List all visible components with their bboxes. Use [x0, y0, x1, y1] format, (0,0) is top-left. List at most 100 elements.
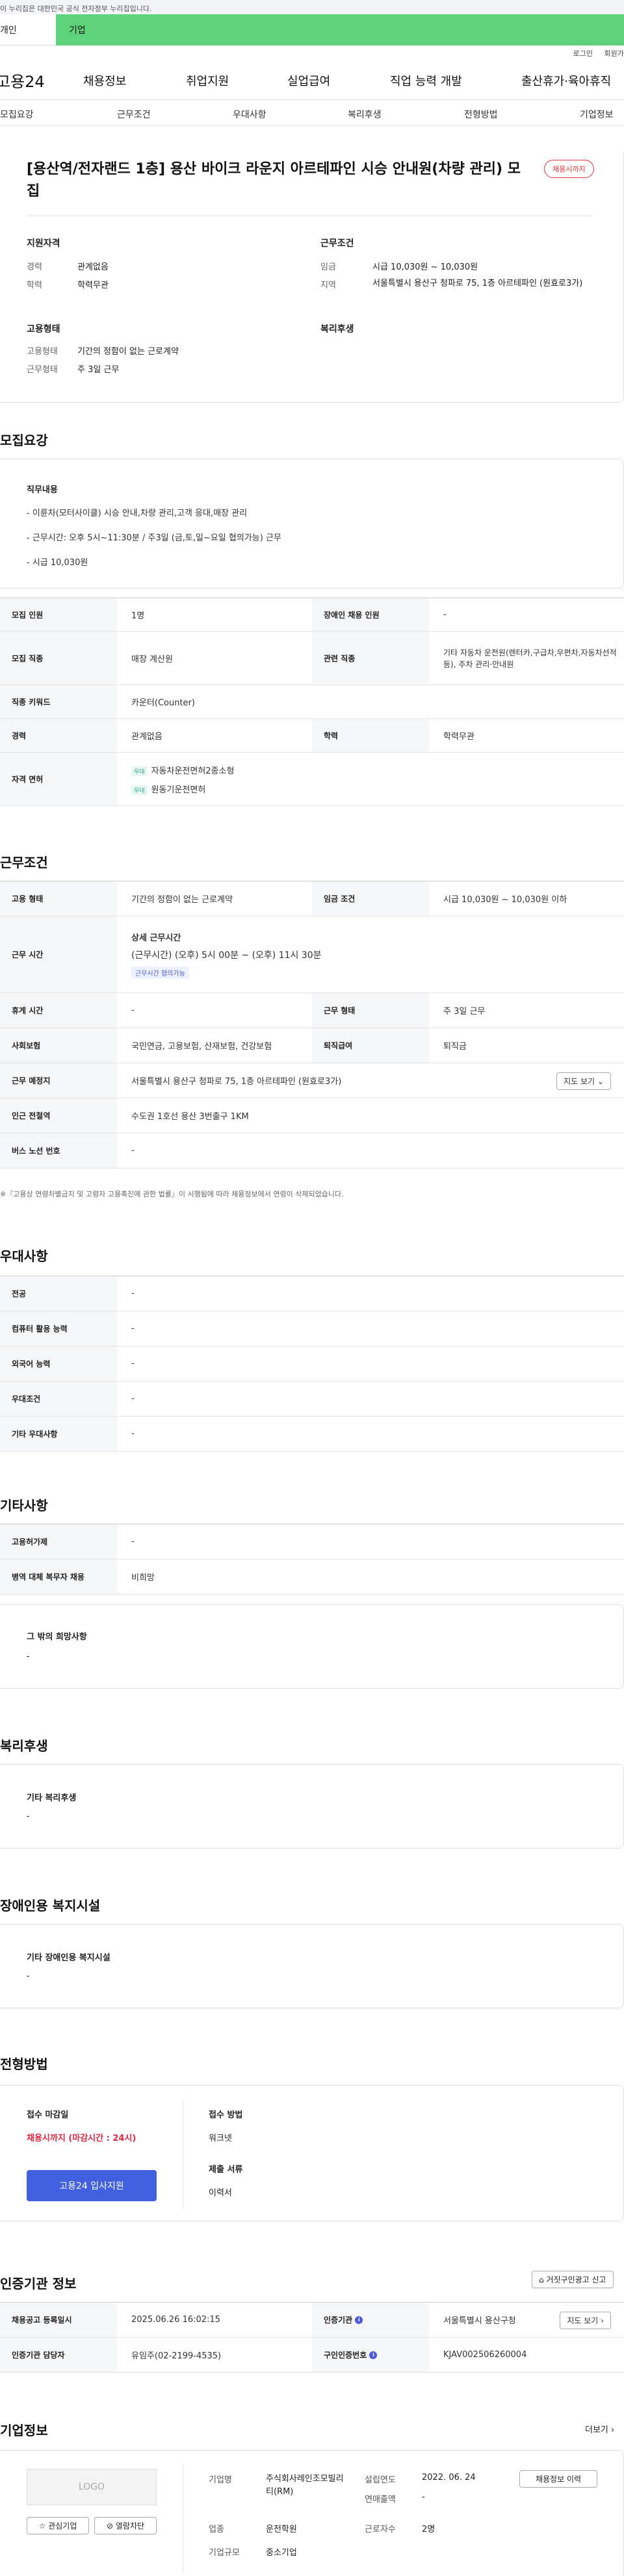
age-notice: ※『고용상 연령차별금지 및 고령자 고용촉진에 관한 법률』이 시행됨에 따라…	[0, 1190, 344, 1198]
recruit-table: 모집 인원 1명 장애인 채용 인원 - 모집 직종 매장 계산원 관련 직종 …	[0, 598, 624, 806]
size-value: 중소기업	[266, 2548, 297, 2558]
anchor-recruit[interactable]: 모집요강	[0, 108, 34, 121]
num-label-text: 구인인증번호	[324, 2351, 367, 2360]
keyword-label: 직종 키워드	[0, 685, 117, 718]
preference-value: -	[131, 1394, 135, 1404]
gnb-item-employment[interactable]: 취업지원	[186, 72, 229, 89]
emp-label: 고용 형태	[0, 881, 117, 916]
sales-value: -	[422, 2492, 425, 2502]
anchor-conditions[interactable]: 근무조건	[117, 108, 151, 121]
gnb-item-leave[interactable]: 출산휴가·육아휴직	[521, 72, 611, 89]
year-value: 2022. 06. 24	[422, 2473, 476, 2482]
insurance-value: 국민연금, 고용보험, 산재보험, 건강보험	[131, 1042, 272, 1052]
block-icon: ⊘	[106, 2521, 114, 2531]
info-icon[interactable]: i	[369, 2351, 378, 2359]
career-value: 관계없음	[131, 732, 162, 742]
hours-title: 상세 근무시간	[131, 933, 181, 943]
preferred-tag: 우대	[131, 766, 148, 776]
section-title-agency: 인증기관 정보	[0, 2276, 77, 2292]
deadline-badge: 채용시까지	[544, 160, 594, 178]
preference-label: 외국어 능력	[0, 1346, 117, 1381]
favorite-button[interactable]: ☆ 관심기업	[27, 2517, 89, 2534]
career-value: 관계없음	[77, 262, 109, 272]
utility-links: 로그인 회원가입	[0, 45, 624, 61]
section-title-company: 기업정보	[0, 2423, 48, 2438]
org-label-text: 인증기관	[324, 2316, 353, 2325]
duty-title: 직무내용	[27, 485, 58, 495]
map-button-label: 지도 보기	[567, 2316, 599, 2325]
license-label: 자격 면허	[0, 753, 117, 805]
apply-button[interactable]: 고용24 입사지원	[27, 2170, 157, 2201]
preference-label: 컴퓨터 활용 능력	[0, 1311, 117, 1346]
anchor-process[interactable]: 전형방법	[464, 108, 498, 121]
method-label: 접수 방법	[209, 2110, 243, 2120]
table-row: 채용공고 등록일시 2025.06.26 16:02:15 인증기관 i 서울특…	[0, 2303, 624, 2338]
org-label: 인증기관 i	[312, 2303, 429, 2337]
block-label: 열람차단	[115, 2521, 145, 2531]
table-row: 경력 관계없음 학력 학력무관	[0, 719, 624, 753]
subway-label: 인근 전철역	[0, 1098, 117, 1133]
site-logo[interactable]: 고용24	[0, 69, 74, 92]
table-row: 인근 전철역 수도권 1호선 용산 3번출구 1KM	[0, 1098, 624, 1133]
gnb-item-unemployment[interactable]: 실업급여	[287, 72, 330, 89]
wage-value: 시급 10,030원 ~ 10,030원 이하	[443, 895, 567, 905]
work-title: 근무조건	[320, 238, 354, 249]
join-link[interactable]: 회원가입	[604, 49, 624, 58]
company-name-label: 기업명	[209, 2475, 232, 2485]
table-row: 자격 면허 우대 자동차운전면허2종소형 우대 원동기운전면허	[0, 753, 624, 806]
map-button[interactable]: 지도 보기 ⌄	[556, 1072, 611, 1090]
other-wish-box: 그 밖의 희망사항 -	[0, 1604, 624, 1689]
emp-title: 고용형태	[27, 324, 60, 335]
headcount-value: 1명	[131, 611, 145, 621]
industry-label: 업종	[209, 2525, 224, 2534]
anchor-company[interactable]: 기업정보	[580, 108, 614, 121]
place-label: 근무 예정지	[0, 1063, 117, 1098]
edu-label: 학력	[312, 719, 429, 752]
more-link[interactable]: 더보기 ›	[585, 2423, 614, 2435]
process-box: 접수 마감일 채용시까지 (마감시간 : 24시) 고용24 입사지원 접수 방…	[0, 2085, 624, 2221]
section-title-facility: 장애인용 복지시설	[0, 1898, 101, 1913]
disabled-value: -	[443, 610, 447, 620]
job-title: [용산역/전자랜드 1층] 용산 바이크 라운지 아르테파인 시승 안내원(차량…	[27, 161, 521, 199]
qual-title: 지원자격	[27, 238, 60, 249]
duty-line: - 시급 10,030원	[27, 558, 88, 568]
anchor-welfare[interactable]: 복리후생	[348, 108, 382, 121]
etc-label: 병역 대체 복무자 채용	[0, 1559, 117, 1594]
section-title-welfare: 복리후생	[0, 1738, 48, 1754]
gnb-item-training[interactable]: 직업 능력 개발	[390, 72, 462, 89]
preference-value: -	[131, 1289, 135, 1298]
duty-line: - 근무시간: 오후 5시~11:30분 / 주3일 (금,토,일~요일 협의가…	[27, 533, 281, 543]
num-value: KJAV002506260004	[443, 2350, 527, 2360]
login-link[interactable]: 로그인	[573, 49, 593, 58]
gnb-item-jobs[interactable]: 채용정보	[83, 72, 126, 89]
place-value: 서울특별시 용산구 청파로 75, 1층 아르테파인 (원효로3가)	[131, 1077, 342, 1087]
section-anchor-nav: 모집요강 근무조건 우대사항 복리후생 전형방법 기업정보	[0, 100, 624, 126]
block-button[interactable]: ⊘ 열람차단	[94, 2517, 157, 2534]
anchor-preference[interactable]: 우대사항	[233, 108, 266, 121]
company-box: LOGO ☆ 관심기업 ⊘ 열람차단 기업명 주식회사레인조모빌리티(RM) 설…	[0, 2450, 624, 2576]
days-value: 주 3일 근무	[77, 365, 120, 375]
deadline-value: 채용시까지 (마감시간 : 24시)	[27, 2134, 136, 2143]
tab-company[interactable]: 기업	[56, 14, 624, 45]
chevron-right-icon: ›	[611, 2425, 615, 2435]
duty-box: 직무내용 - 이륜차(모터사이클) 시승 안내,차량 관리,고객 응대,매장 관…	[0, 459, 624, 588]
section-title-recruit: 모집요강	[0, 433, 48, 448]
tab-personal[interactable]: 개인	[0, 14, 56, 45]
chevron-down-icon: ⌄	[597, 1077, 604, 1086]
license-item: 우대 원동기운전면허	[131, 783, 205, 795]
etc-label: 고용허가제	[0, 1524, 117, 1559]
info-icon[interactable]: i	[355, 2316, 363, 2324]
job-history-button[interactable]: 채용정보 이력	[519, 2470, 597, 2488]
wage-label: 임금	[320, 262, 336, 272]
related-label: 관련 직종	[312, 632, 429, 685]
subway-value: 수도권 1호선 용산 3번출구 1KM	[131, 1112, 249, 1122]
company-name-value: 주식회사레인조모빌리티(RM)	[266, 2474, 344, 2497]
hours-label: 근무 시간	[0, 916, 117, 992]
docs-label: 제출 서류	[209, 2165, 243, 2175]
hours-tag: 근무시간 협의가능	[131, 966, 189, 979]
agency-map-button[interactable]: 지도 보기 ›	[560, 2312, 611, 2329]
report-button[interactable]: ⌂ 거짓구인광고 신고	[532, 2271, 614, 2288]
other-wish-value: -	[27, 1652, 30, 1661]
gov-notice-bar: 이 누리집은 대한민국 공식 전자정부 누리집입니다.	[0, 0, 624, 14]
break-value: -	[131, 1005, 135, 1015]
